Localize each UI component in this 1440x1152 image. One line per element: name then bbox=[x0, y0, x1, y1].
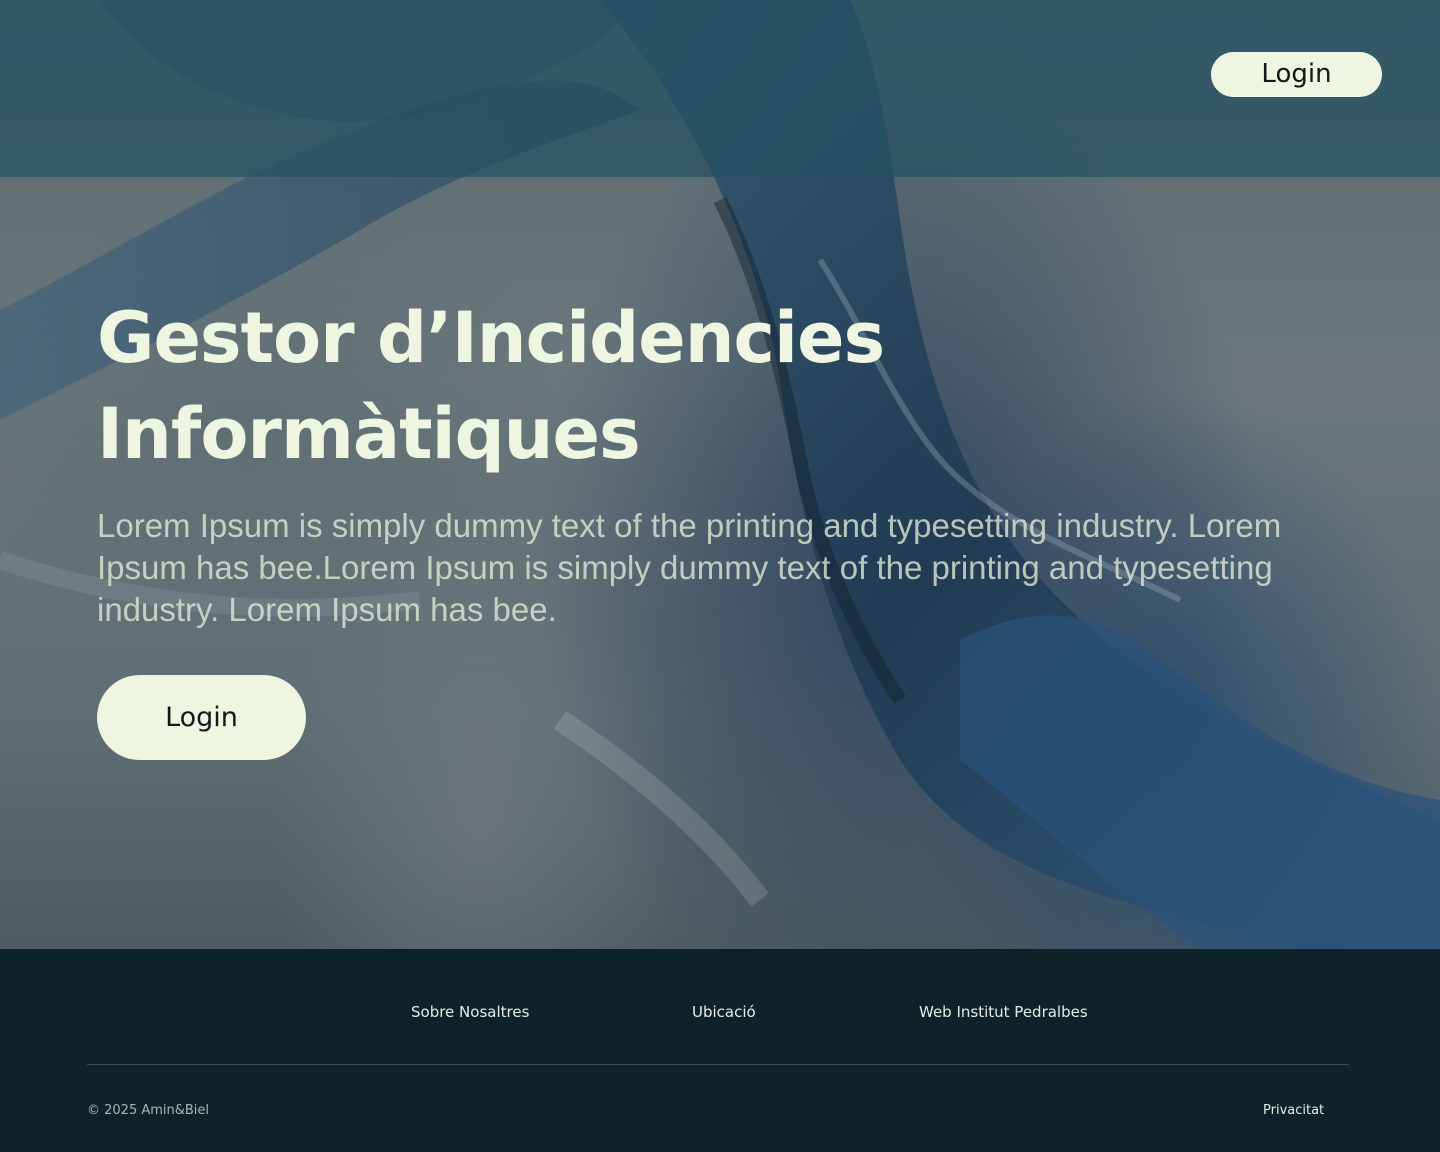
footer: Sobre Nosaltres Ubicació Web Institut Pe… bbox=[0, 949, 1440, 1152]
copyright-text: © 2025 Amin&Biel bbox=[87, 1103, 210, 1118]
footer-link-sobre-nosaltres[interactable]: Sobre Nosaltres bbox=[411, 1003, 529, 1021]
privacy-link[interactable]: Privacitat bbox=[1263, 1103, 1324, 1118]
page-title: Gestor d’Incidencies Informàtiques bbox=[97, 290, 997, 482]
page-title-line-2: Informàtiques bbox=[97, 393, 641, 475]
hero-description: Lorem Ipsum is simply dummy text of the … bbox=[97, 507, 1282, 628]
top-bar: Login bbox=[0, 0, 1440, 177]
header-login-button[interactable]: Login bbox=[1211, 52, 1382, 97]
page-title-line-1: Gestor d’Incidencies bbox=[97, 297, 885, 379]
hero-login-button[interactable]: Login bbox=[97, 675, 306, 760]
footer-divider bbox=[87, 1064, 1349, 1065]
footer-link-ubicacio[interactable]: Ubicació bbox=[692, 1003, 756, 1021]
footer-link-web-institut[interactable]: Web Institut Pedralbes bbox=[919, 1003, 1088, 1021]
landing-page: Login Gestor d’Incidencies Informàtiques… bbox=[0, 0, 1440, 1152]
